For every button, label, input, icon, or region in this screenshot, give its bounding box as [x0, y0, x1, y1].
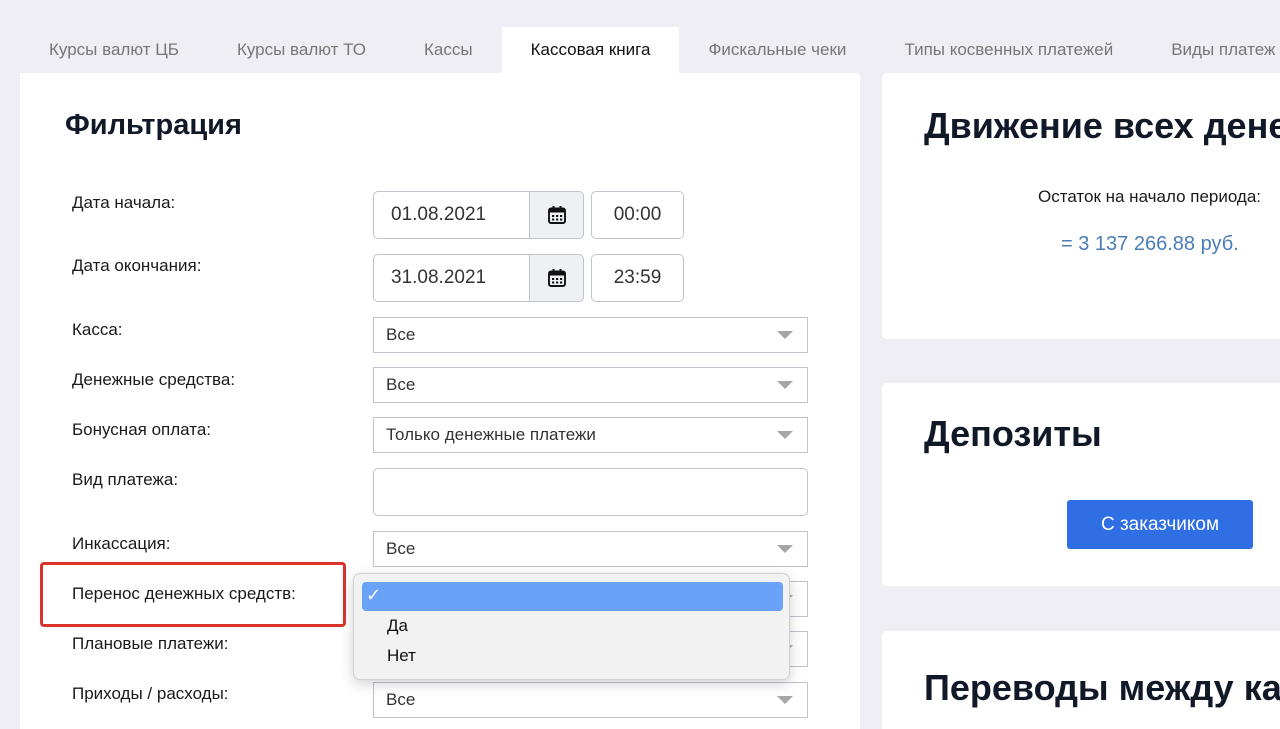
- tab-cb-rates[interactable]: Курсы валют ЦБ: [20, 27, 208, 73]
- chevron-down-icon: [777, 331, 793, 339]
- dropdown-option-empty[interactable]: ✓: [362, 582, 783, 611]
- deposits-card: Депозиты С заказчиком: [882, 383, 1280, 586]
- tab-payment-kinds[interactable]: Виды платеж: [1142, 27, 1280, 73]
- chevron-down-icon: [777, 431, 793, 439]
- bonus-label: Бонусная оплата:: [72, 420, 212, 439]
- transfers-card: Переводы между касс: [882, 631, 1280, 729]
- incasso-label: Инкассация:: [72, 534, 171, 553]
- dropdown-option-label: Нет: [387, 646, 416, 665]
- bonus-select-value: Только денежные платежи: [386, 425, 596, 444]
- with-client-button[interactable]: С заказчиком: [1067, 500, 1253, 549]
- incasso-select-value: Все: [386, 539, 416, 558]
- balance-value: = 3 137 266.88 руб.: [1061, 233, 1239, 255]
- income-select-value: Все: [386, 690, 416, 709]
- kassa-label: Касса:: [72, 320, 123, 339]
- highlight-annotation: [40, 562, 346, 627]
- tab-to-rates[interactable]: Курсы валют ТО: [208, 27, 395, 73]
- start-calendar-button[interactable]: [530, 191, 584, 239]
- end-time-input[interactable]: 23:59: [591, 254, 684, 302]
- income-label: Приходы / расходы:: [72, 684, 229, 703]
- kassa-select[interactable]: Все: [373, 317, 808, 353]
- dropdown-option-label: Да: [387, 616, 408, 635]
- start-date-label: Дата начала:: [72, 193, 176, 212]
- end-date-group: 31.08.2021: [373, 254, 584, 302]
- deposits-title: Депозиты: [924, 413, 1102, 454]
- transfers-title: Переводы между касс: [924, 667, 1280, 708]
- cash-select[interactable]: Все: [373, 367, 808, 403]
- filter-title: Фильтрация: [65, 109, 242, 141]
- dropdown-option-yes[interactable]: Да: [362, 611, 783, 640]
- kassa-select-value: Все: [386, 325, 416, 344]
- transfer-dropdown-menu: ✓ Да Нет: [353, 573, 790, 680]
- tab-indirect-payment-types[interactable]: Типы косвенных платежей: [875, 27, 1142, 73]
- income-select[interactable]: Все: [373, 682, 808, 718]
- calendar-icon: [547, 269, 566, 287]
- payment-type-label: Вид платежа:: [72, 470, 179, 489]
- start-date-group: 01.08.2021: [373, 191, 584, 239]
- start-date-input[interactable]: 01.08.2021: [373, 191, 530, 239]
- end-date-input[interactable]: 31.08.2021: [373, 254, 530, 302]
- money-movement-card: Движение всех денег Остаток на начало пе…: [882, 73, 1280, 339]
- tab-bar: Курсы валют ЦБ Курсы валют ТО Кассы Касс…: [20, 27, 1280, 73]
- incasso-select[interactable]: Все: [373, 531, 808, 567]
- end-date-label: Дата окончания:: [72, 256, 202, 275]
- planned-label: Плановые платежи:: [72, 634, 229, 653]
- balance-label: Остаток на начало периода:: [1038, 187, 1262, 206]
- chevron-down-icon: [777, 696, 793, 704]
- chevron-down-icon: [777, 381, 793, 389]
- cash-select-value: Все: [386, 375, 416, 394]
- dropdown-option-no[interactable]: Нет: [362, 641, 783, 670]
- money-movement-title: Движение всех денег: [924, 105, 1280, 146]
- calendar-icon: [547, 206, 566, 224]
- chevron-down-icon: [777, 545, 793, 553]
- payment-type-input[interactable]: [373, 468, 808, 516]
- tab-fiscal-receipts[interactable]: Фискальные чеки: [679, 27, 875, 73]
- tab-cash-book[interactable]: Кассовая книга: [501, 27, 680, 73]
- tab-kassy[interactable]: Кассы: [395, 27, 502, 73]
- end-calendar-button[interactable]: [530, 254, 584, 302]
- cash-label: Денежные средства:: [72, 370, 236, 389]
- bonus-select[interactable]: Только денежные платежи: [373, 417, 808, 453]
- start-time-input[interactable]: 00:00: [591, 191, 684, 239]
- checkmark-icon: ✓: [366, 585, 382, 605]
